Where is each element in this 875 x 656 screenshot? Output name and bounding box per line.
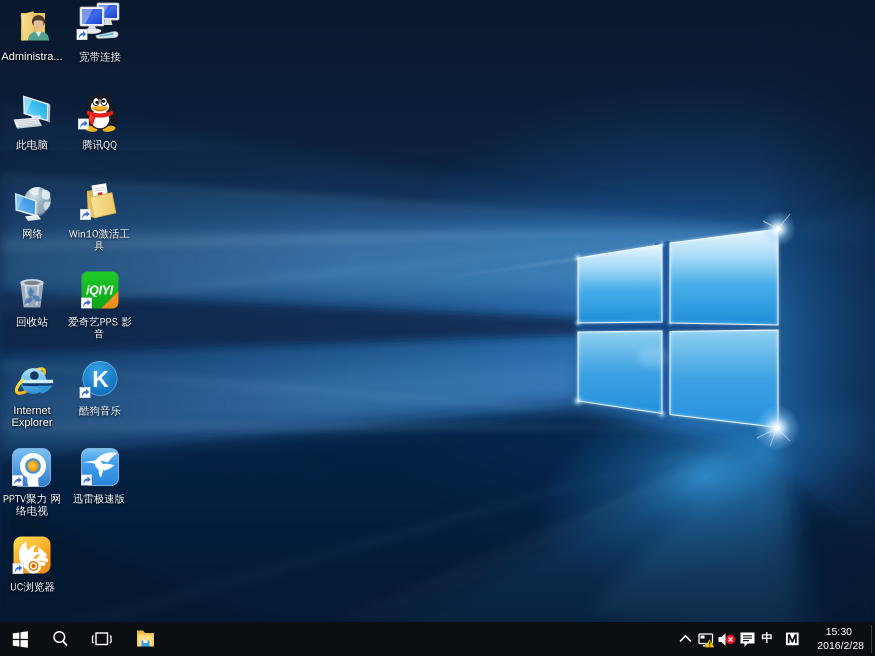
svg-text:iQIYI: iQIYI <box>86 284 114 298</box>
svg-text:K: K <box>92 366 109 392</box>
